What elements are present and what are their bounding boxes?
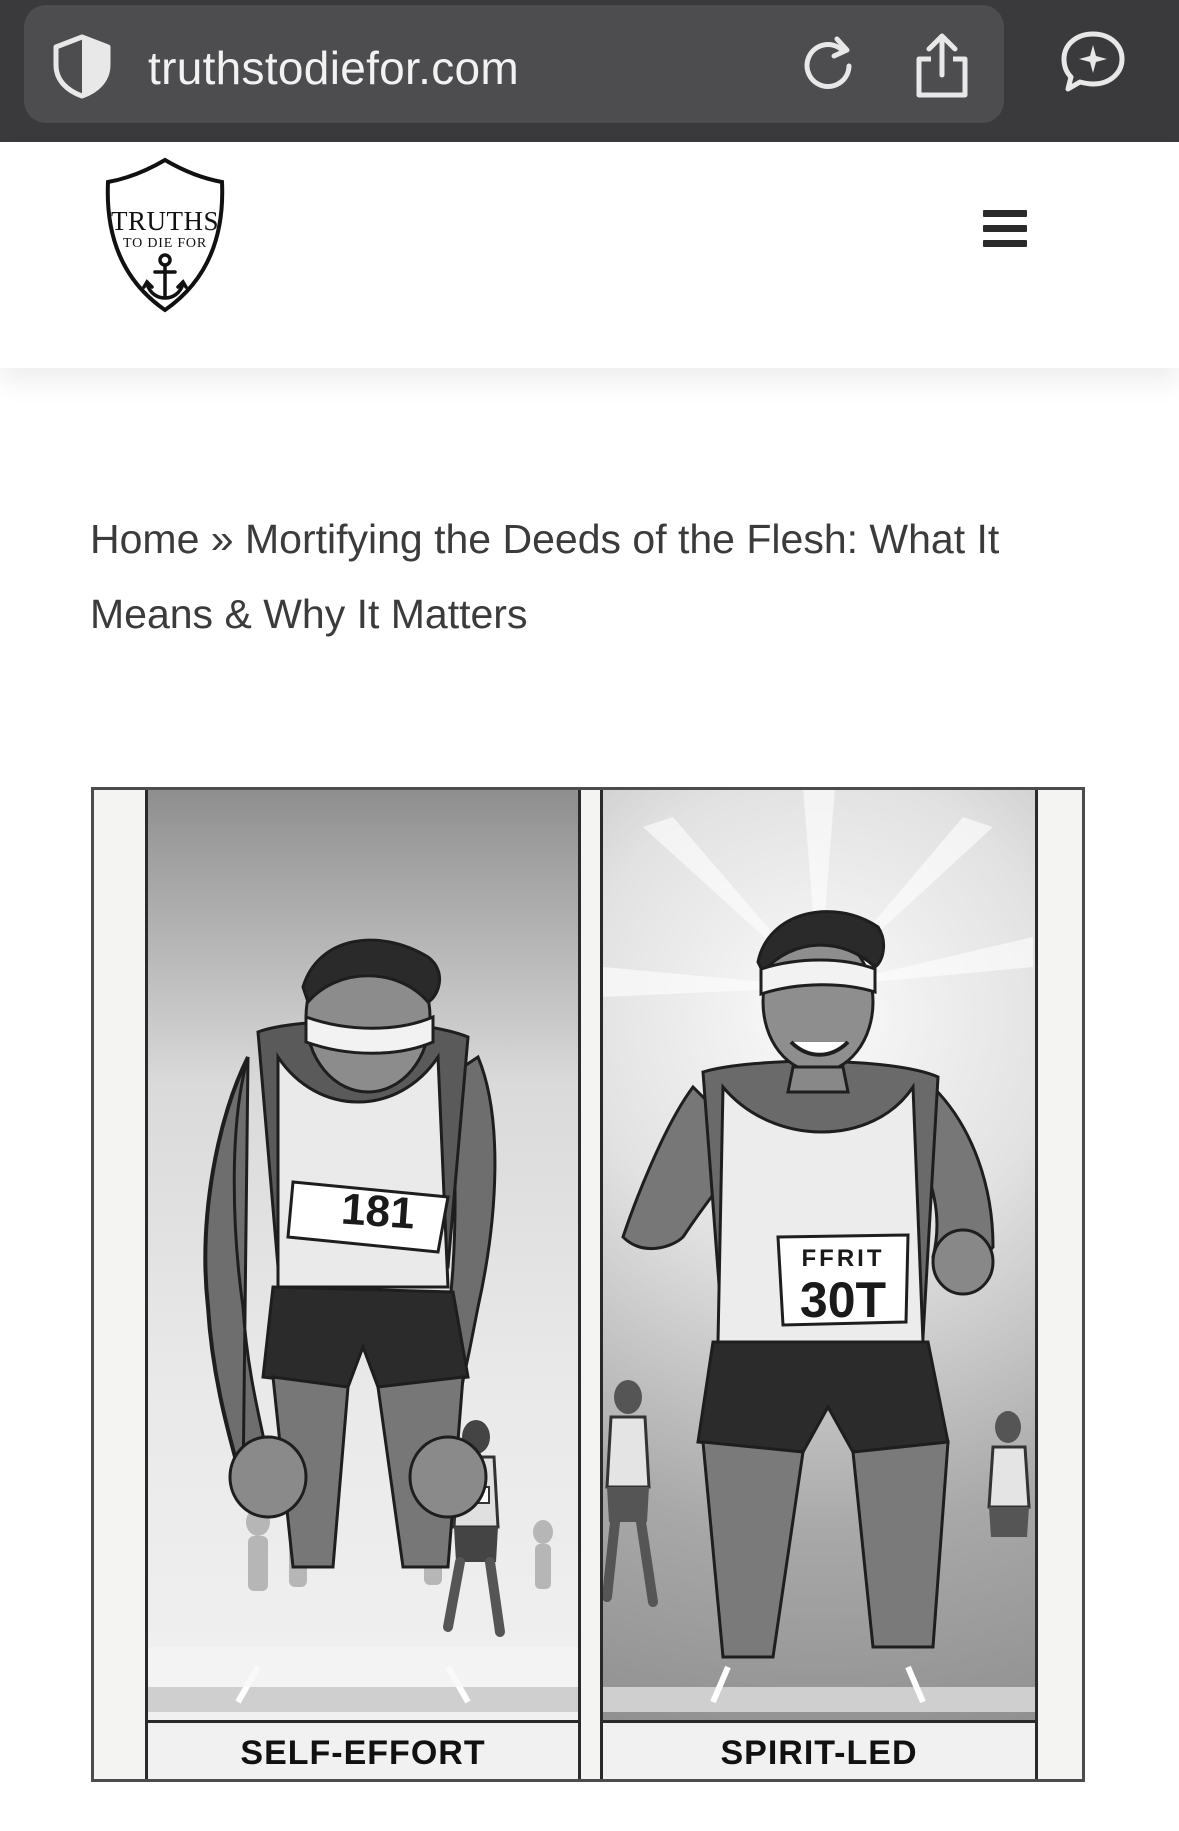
shield-icon[interactable] <box>50 33 114 99</box>
left-caption-strip: SELF-EFFORT <box>148 1720 578 1779</box>
left-bib-number: 181 <box>339 1184 417 1239</box>
featured-image: 181 SELF-EFFORT FFRIT 30T SPIRIT-LED <box>91 787 1085 1782</box>
breadcrumb-separator: » <box>210 516 234 562</box>
logo-subtitle: TO DIE FOR <box>123 236 207 251</box>
right-bib-number: 30T <box>799 1272 887 1328</box>
site-header: TRUTHS TO DIE FOR <box>0 142 1179 368</box>
right-panel: FFRIT 30T SPIRIT-LED <box>600 790 1038 1779</box>
right-caption: SPIRIT-LED <box>720 1734 918 1772</box>
assistant-icon[interactable] <box>1058 28 1128 94</box>
share-icon[interactable] <box>911 31 973 101</box>
breadcrumb: Home » Mortifying the Deeds of the Flesh… <box>90 502 1050 652</box>
address-bar[interactable]: truthstodiefor.com <box>24 5 1004 123</box>
url-text[interactable]: truthstodiefor.com <box>148 41 519 95</box>
right-caption-strip: SPIRIT-LED <box>603 1720 1035 1779</box>
left-caption: SELF-EFFORT <box>240 1734 486 1772</box>
tired-runner-illustration <box>148 938 578 1712</box>
logo-title: TRUTHS <box>110 206 219 236</box>
right-bib-label: FFRIT <box>801 1245 885 1272</box>
hamburger-menu-icon[interactable] <box>977 210 1033 258</box>
site-logo[interactable]: TRUTHS TO DIE FOR <box>100 156 230 316</box>
browser-toolbar: truthstodiefor.com <box>0 0 1179 142</box>
reload-icon[interactable] <box>797 35 859 97</box>
left-panel: 181 SELF-EFFORT <box>145 790 581 1779</box>
breadcrumb-home-link[interactable]: Home <box>90 516 199 562</box>
